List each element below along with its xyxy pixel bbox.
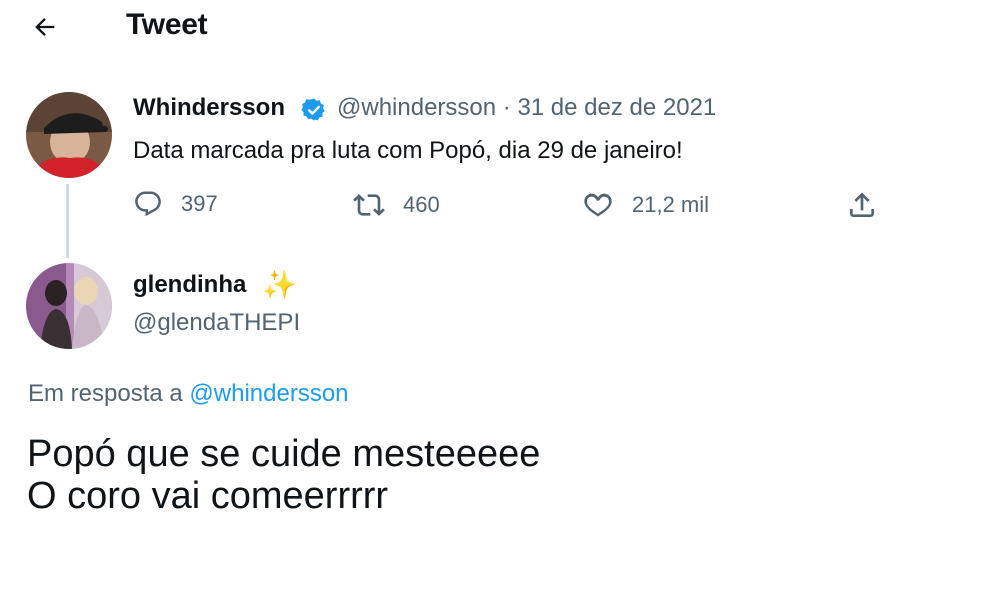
page-title: Tweet — [126, 8, 208, 41]
heart-icon — [584, 193, 612, 217]
arrow-left-icon — [35, 18, 55, 36]
reply-button[interactable]: 397 — [133, 189, 218, 219]
reply-author-name[interactable]: glendinha — [133, 271, 246, 299]
like-button[interactable]: 21,2 mil — [582, 189, 709, 221]
avatar-glendinha[interactable] — [26, 263, 112, 349]
author-meta: @whindersson · 31 de dez de 2021 — [337, 94, 716, 122]
share-icon — [850, 192, 874, 217]
verified-badge-icon — [301, 97, 327, 123]
reply-tweet-text: Popó que se cuide mesteeeee O coro vai c… — [27, 433, 540, 517]
retweet-icon — [353, 194, 385, 216]
retweet-button[interactable]: 460 — [353, 189, 440, 221]
back-button[interactable] — [28, 10, 62, 44]
reply-icon — [135, 191, 161, 217]
reply-text-line-2: O coro vai comeerrrrr — [27, 475, 389, 517]
replying-to-mention[interactable]: @whindersson — [189, 380, 348, 407]
thread-connector-line — [66, 184, 69, 258]
retweet-count: 460 — [403, 192, 440, 217]
reply-author-handle[interactable]: @glendaTHEPI — [133, 309, 300, 337]
author-name[interactable]: Whindersson — [133, 94, 285, 122]
avatar-whindersson[interactable] — [26, 92, 112, 178]
author-handle[interactable]: @whindersson — [337, 94, 496, 121]
replying-to-label: Em resposta a — [28, 380, 183, 407]
sparkles-icon: ✨ — [262, 269, 297, 300]
tweet-text: Data marcada pra luta com Popó, dia 29 d… — [133, 137, 683, 164]
tweet-date[interactable]: 31 de dez de 2021 — [517, 94, 716, 121]
reply-text-line-1: Popó que se cuide mesteeeee — [27, 433, 541, 475]
replying-to: Em resposta a @whindersson — [28, 380, 349, 408]
like-count: 21,2 mil — [632, 192, 710, 217]
meta-separator: · — [496, 94, 518, 121]
share-button[interactable] — [846, 189, 896, 221]
reply-count: 397 — [181, 191, 218, 216]
